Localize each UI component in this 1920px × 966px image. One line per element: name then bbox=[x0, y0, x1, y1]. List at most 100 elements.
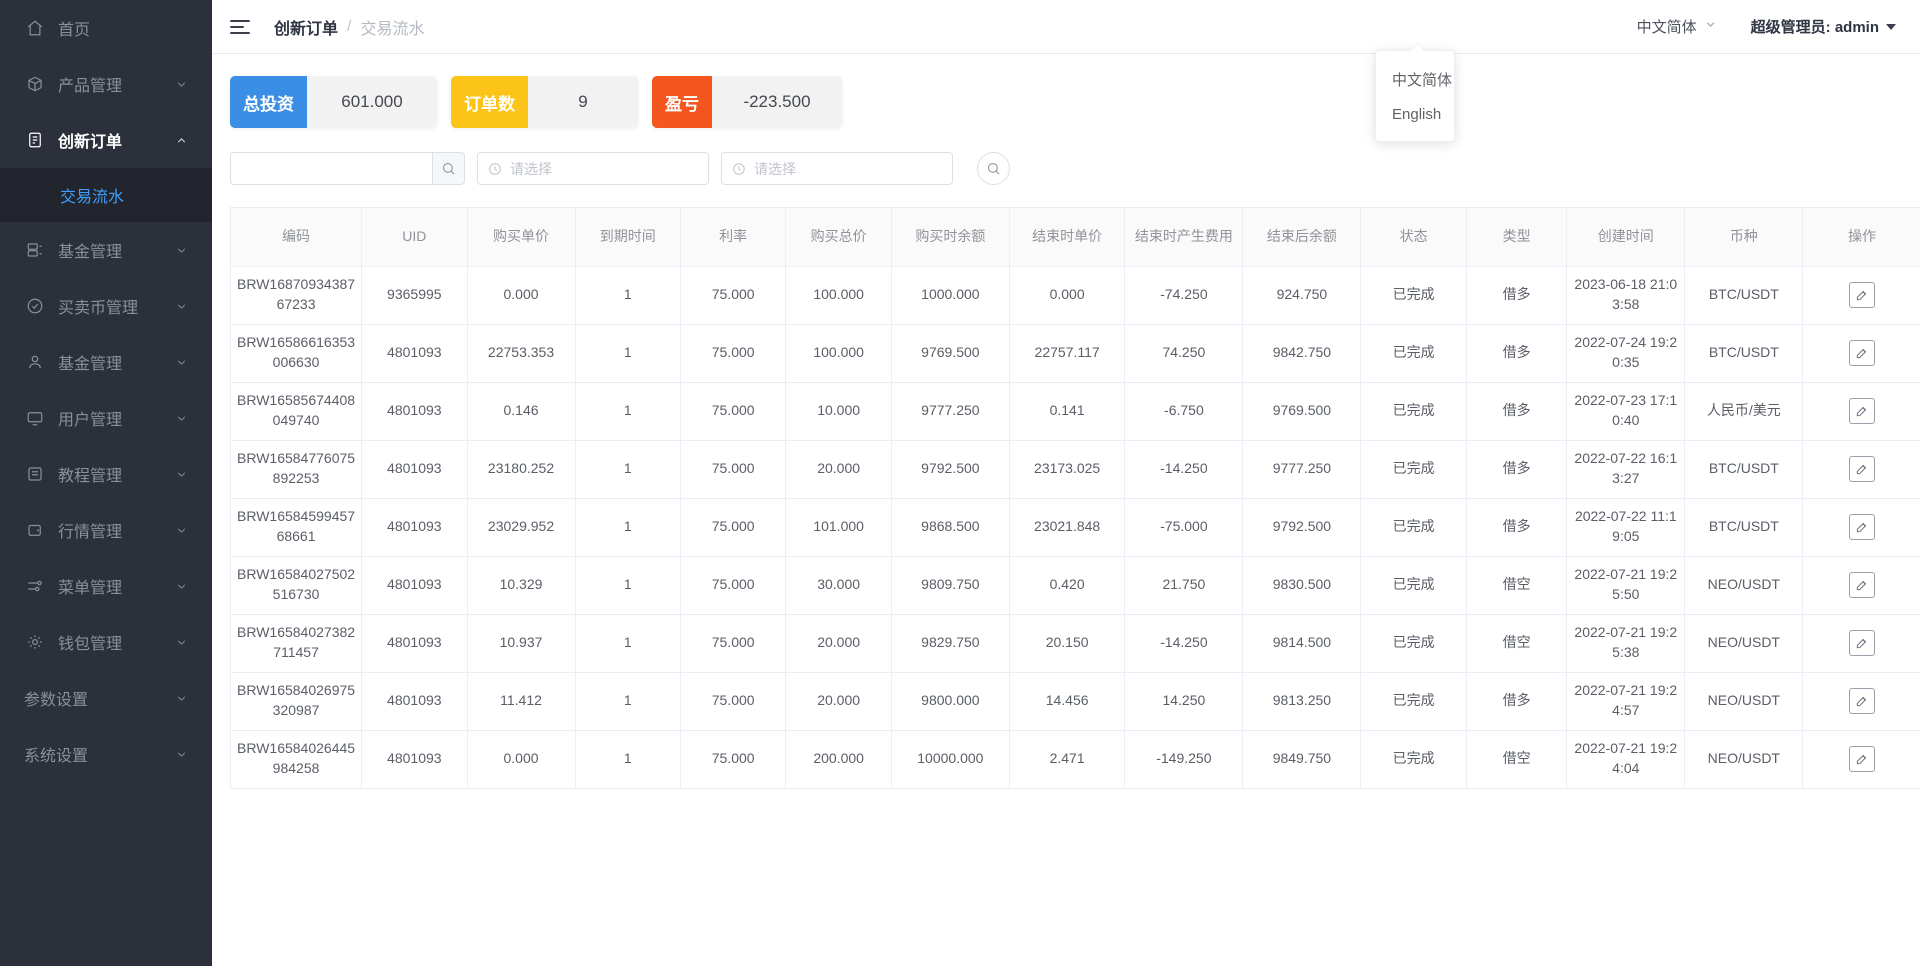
cell-due: 1 bbox=[575, 440, 680, 498]
sidebar-item-innovation-orders[interactable]: 创新订单 bbox=[0, 112, 212, 168]
cell-action bbox=[1803, 324, 1920, 382]
sidebar-item-wallet-management[interactable]: 钱包管理 bbox=[0, 614, 212, 670]
cell-type: 借空 bbox=[1466, 730, 1566, 788]
sidebar-item-label: 产品管理 bbox=[58, 72, 170, 96]
cell-buy-price: 23029.952 bbox=[467, 498, 575, 556]
column-header-buy-total: 购买总价 bbox=[786, 208, 891, 266]
cell-balance-at-buy: 9868.500 bbox=[891, 498, 1009, 556]
date-end-placeholder: 请选择 bbox=[754, 159, 796, 179]
sidebar-item-coin-trade[interactable]: 买卖币管理 bbox=[0, 278, 212, 334]
edit-icon[interactable] bbox=[1849, 282, 1875, 308]
date-end-picker[interactable]: 请选择 bbox=[721, 152, 953, 185]
date-start-placeholder: 请选择 bbox=[510, 159, 552, 179]
cell-end-price: 23173.025 bbox=[1009, 440, 1125, 498]
main-area: 创新订单 / 交易流水 中文简体 超级管理员: admin 中文简体 E bbox=[212, 0, 1920, 966]
stat-value: 9 bbox=[528, 76, 638, 128]
language-selector[interactable]: 中文简体 bbox=[1637, 16, 1717, 37]
sidebar-item-product[interactable]: 产品管理 bbox=[0, 56, 212, 112]
column-header-due-time: 到期时间 bbox=[575, 208, 680, 266]
sidebar-item-home[interactable]: 首页 bbox=[0, 0, 212, 56]
date-start-picker[interactable]: 请选择 bbox=[477, 152, 709, 185]
cell-rate: 75.000 bbox=[680, 498, 785, 556]
top-bar-right: 中文简体 超级管理员: admin bbox=[1637, 16, 1896, 37]
chevron-down-icon bbox=[170, 356, 192, 369]
table-body: BRW168709343876723393659950.000175.00010… bbox=[231, 266, 1920, 788]
user-menu[interactable]: 超级管理员: admin bbox=[1751, 16, 1896, 37]
edit-icon[interactable] bbox=[1849, 340, 1875, 366]
sidebar-item-menu-management[interactable]: 菜单管理 bbox=[0, 558, 212, 614]
cell-type: 借多 bbox=[1466, 266, 1566, 324]
sidebar-item-fund-management[interactable]: 基金管理 bbox=[0, 222, 212, 278]
document-icon bbox=[24, 129, 46, 151]
breadcrumb-separator: / bbox=[347, 18, 351, 36]
search-input[interactable] bbox=[230, 152, 432, 185]
cell-buy-price: 10.329 bbox=[467, 556, 575, 614]
language-selected-label: 中文简体 bbox=[1637, 16, 1697, 37]
cell-buy-price: 22753.353 bbox=[467, 324, 575, 382]
transactions-table: 编码 UID 购买单价 到期时间 利率 购买总价 购买时余额 结束时单价 结束时… bbox=[231, 208, 1920, 789]
sidebar-item-fund-management-2[interactable]: 基金管理 bbox=[0, 334, 212, 390]
sidebar-item-label: 创新订单 bbox=[58, 128, 170, 152]
sidebar-item-parameter-settings[interactable]: 参数设置 bbox=[0, 670, 212, 726]
table-row: BRW16584776075892253480109323180.252175.… bbox=[231, 440, 1920, 498]
gear-icon bbox=[24, 631, 46, 653]
breadcrumb-sub[interactable]: 交易流水 bbox=[360, 15, 424, 39]
cell-created: 2022-07-21 19:25:38 bbox=[1567, 614, 1685, 672]
search-icon-button[interactable] bbox=[432, 152, 465, 185]
cell-uid: 4801093 bbox=[362, 498, 467, 556]
cell-action bbox=[1803, 614, 1920, 672]
cell-code: BRW16586616353006630 bbox=[231, 324, 362, 382]
language-option-en[interactable]: English bbox=[1376, 98, 1454, 131]
chevron-down-icon bbox=[170, 244, 192, 257]
cell-balance-at-buy: 9777.250 bbox=[891, 382, 1009, 440]
table-row: BRW1658459945768661480109323029.952175.0… bbox=[231, 498, 1920, 556]
cell-balance-after: 9792.500 bbox=[1243, 498, 1361, 556]
cell-action bbox=[1803, 440, 1920, 498]
search-button[interactable] bbox=[977, 152, 1010, 185]
cell-coin: NEO/USDT bbox=[1685, 614, 1803, 672]
edit-icon[interactable] bbox=[1849, 514, 1875, 540]
breadcrumb: 创新订单 / 交易流水 bbox=[274, 15, 424, 39]
edit-icon[interactable] bbox=[1849, 456, 1875, 482]
cell-due: 1 bbox=[575, 556, 680, 614]
column-header-type: 类型 bbox=[1466, 208, 1566, 266]
sidebar-item-transaction-flow[interactable]: 交易流水 bbox=[0, 168, 212, 222]
edit-icon[interactable] bbox=[1849, 630, 1875, 656]
sidebar-item-label: 行情管理 bbox=[58, 518, 170, 542]
edit-icon[interactable] bbox=[1849, 398, 1875, 424]
chevron-down-icon bbox=[170, 636, 192, 649]
sidebar-item-market-management[interactable]: 行情管理 bbox=[0, 502, 212, 558]
edit-icon[interactable] bbox=[1849, 572, 1875, 598]
column-header-created: 创建时间 bbox=[1567, 208, 1685, 266]
cell-end-fee: 14.250 bbox=[1125, 672, 1243, 730]
clock-icon bbox=[732, 162, 746, 176]
sidebar-item-label: 基金管理 bbox=[58, 238, 170, 262]
cell-end-price: 0.141 bbox=[1009, 382, 1125, 440]
sidebar-item-system-settings[interactable]: 系统设置 bbox=[0, 726, 212, 782]
cell-code: BRW16585674408049740 bbox=[231, 382, 362, 440]
cell-type: 借多 bbox=[1466, 324, 1566, 382]
cell-coin: BTC/USDT bbox=[1685, 498, 1803, 556]
cell-uid: 4801093 bbox=[362, 672, 467, 730]
breadcrumb-current[interactable]: 创新订单 bbox=[274, 15, 338, 39]
sidebar-item-user-management[interactable]: 用户管理 bbox=[0, 390, 212, 446]
stat-card-profit-loss: 盈亏 -223.500 bbox=[652, 76, 842, 128]
edit-icon[interactable] bbox=[1849, 688, 1875, 714]
cell-code: BRW16584027382711457 bbox=[231, 614, 362, 672]
caret-down-icon bbox=[1886, 24, 1896, 30]
cell-type: 借多 bbox=[1466, 440, 1566, 498]
cell-due: 1 bbox=[575, 614, 680, 672]
cell-uid: 9365995 bbox=[362, 266, 467, 324]
cell-due: 1 bbox=[575, 672, 680, 730]
cell-balance-at-buy: 9792.500 bbox=[891, 440, 1009, 498]
sidebar-item-label: 菜单管理 bbox=[58, 574, 170, 598]
chevron-down-icon bbox=[170, 580, 192, 593]
cell-end-price: 23021.848 bbox=[1009, 498, 1125, 556]
edit-icon[interactable] bbox=[1849, 746, 1875, 772]
cell-status: 已完成 bbox=[1361, 614, 1466, 672]
sidebar: 首页 产品管理 创新订单 交易流水 bbox=[0, 0, 212, 966]
sidebar-item-tutorial-management[interactable]: 教程管理 bbox=[0, 446, 212, 502]
cell-end-fee: -149.250 bbox=[1125, 730, 1243, 788]
hamburger-icon[interactable] bbox=[230, 16, 252, 38]
language-option-zh[interactable]: 中文简体 bbox=[1376, 61, 1454, 98]
